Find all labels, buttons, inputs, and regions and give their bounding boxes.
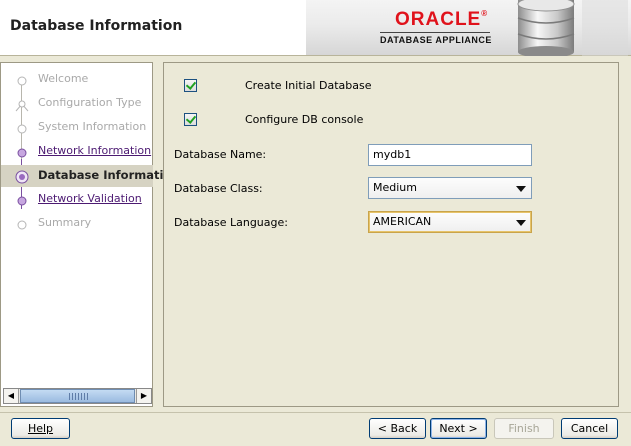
footer-divider xyxy=(0,412,631,413)
finish-button[interactable]: Finish xyxy=(494,418,554,439)
step-label: Welcome xyxy=(38,72,89,85)
steps-horizontal-scrollbar[interactable]: ◀ ▶ xyxy=(3,388,152,404)
steps-navigator: Welcome Configuration Type System Inform… xyxy=(0,62,180,407)
header-banner: Database Information ORACLE® DATABASE AP… xyxy=(0,0,631,56)
step-pending-icon xyxy=(17,220,27,230)
database-class-select[interactable]: Medium xyxy=(368,177,532,199)
step-summary[interactable]: Summary xyxy=(1,213,153,235)
step-branch-icon xyxy=(15,100,29,112)
next-button[interactable]: Next > xyxy=(430,418,487,439)
step-welcome[interactable]: Welcome xyxy=(1,69,153,91)
database-class-label: Database Class: xyxy=(174,182,263,195)
chevron-down-icon xyxy=(516,220,526,226)
step-label: System Information xyxy=(38,120,147,133)
step-label: Configuration Type xyxy=(38,96,142,109)
step-network-information[interactable]: Network Information xyxy=(1,141,153,163)
step-current-icon xyxy=(15,170,29,184)
step-label: Network Validation xyxy=(38,192,142,205)
database-form-panel xyxy=(163,62,619,407)
scroll-right-button[interactable]: ▶ xyxy=(136,389,151,403)
oracle-logo: ORACLE® xyxy=(395,9,489,30)
database-language-label: Database Language: xyxy=(174,216,288,229)
database-cylinder-icon xyxy=(517,0,628,56)
step-visited-icon xyxy=(17,148,27,158)
configure-db-console-checkbox[interactable] xyxy=(184,113,197,126)
page-title: Database Information xyxy=(10,18,183,34)
database-class-value: Medium xyxy=(373,181,417,194)
step-pending-icon xyxy=(17,76,27,86)
step-label: Database Information xyxy=(38,168,180,182)
step-configuration-type[interactable]: Configuration Type xyxy=(1,93,153,115)
chevron-down-icon xyxy=(516,186,526,192)
back-button[interactable]: < Back xyxy=(369,418,426,439)
step-label: Summary xyxy=(38,216,92,229)
help-button[interactable]: Help xyxy=(11,418,70,439)
step-system-information[interactable]: System Information xyxy=(1,117,153,139)
scroll-thumb[interactable] xyxy=(20,389,135,403)
step-label: Network Information xyxy=(38,144,152,157)
database-language-select[interactable]: AMERICAN xyxy=(368,211,532,233)
product-name: DATABASE APPLIANCE xyxy=(380,35,492,45)
create-initial-database-label: Create Initial Database xyxy=(245,79,372,92)
create-initial-database-checkbox[interactable] xyxy=(184,79,197,92)
cancel-button[interactable]: Cancel xyxy=(561,418,618,439)
brand-divider xyxy=(380,32,490,33)
database-language-value: AMERICAN xyxy=(373,215,432,228)
step-database-information[interactable]: Database Information xyxy=(1,165,180,187)
database-name-input[interactable]: mydb1 xyxy=(368,144,532,166)
configure-db-console-label: Configure DB console xyxy=(245,113,364,126)
scroll-left-button[interactable]: ◀ xyxy=(4,389,19,403)
step-pending-icon xyxy=(17,124,27,134)
step-visited-icon xyxy=(17,196,27,206)
grip-icon xyxy=(69,393,89,400)
step-network-validation[interactable]: Network Validation xyxy=(1,189,153,211)
database-name-label: Database Name: xyxy=(174,148,267,161)
